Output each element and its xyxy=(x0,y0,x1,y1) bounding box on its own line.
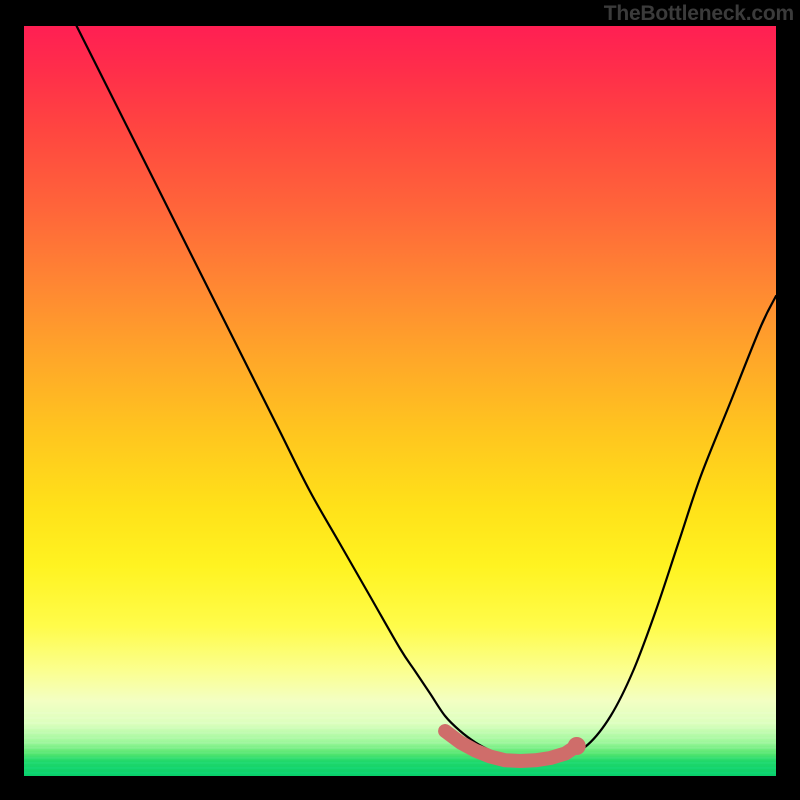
chart-frame: TheBottleneck.com xyxy=(0,0,800,800)
plot-area xyxy=(24,26,776,776)
bottom-bands xyxy=(24,709,776,777)
watermark-text: TheBottleneck.com xyxy=(604,2,794,26)
heat-gradient xyxy=(24,26,776,776)
